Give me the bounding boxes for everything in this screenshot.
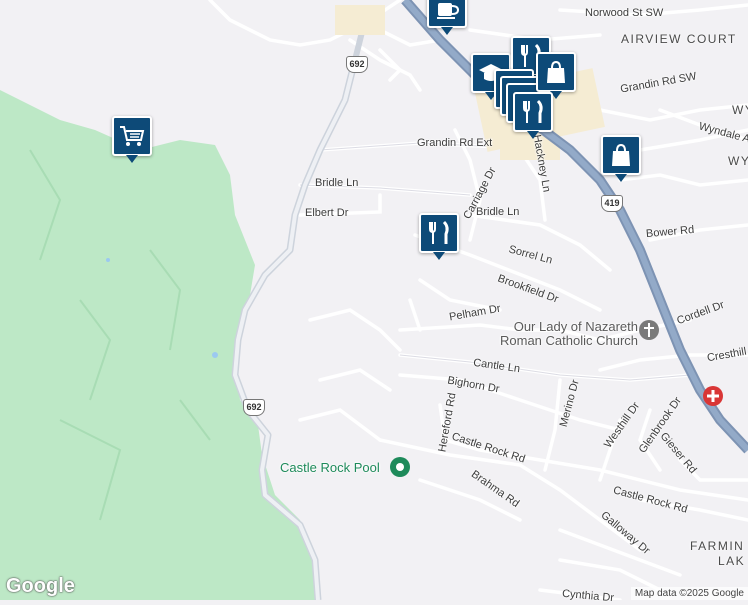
shopping-bag-marker[interactable] [601, 135, 641, 182]
fork-knife-icon [523, 99, 543, 123]
road-label: Bridle Ln [476, 206, 520, 218]
road-label: Elbert Dr [305, 207, 349, 219]
pool-label[interactable]: Castle Rock Pool [280, 461, 380, 474]
shopping-bag-icon [547, 60, 565, 83]
area-label: LAK [718, 554, 746, 568]
shopping-cart-icon [120, 126, 145, 146]
area-label: FARMIN [690, 539, 745, 553]
restaurant-marker[interactable] [419, 213, 459, 260]
route-692-shield: 692 [346, 56, 368, 73]
fork-knife-icon [429, 220, 449, 244]
road-label: Cynthia Dr [561, 587, 615, 605]
coffee-marker[interactable] [427, 0, 467, 35]
road-label: Grandin Rd Ext [417, 137, 493, 149]
road-label: Norwood St SW [585, 7, 664, 19]
coffee-icon [437, 3, 460, 19]
area-label: WY [732, 103, 748, 117]
area-label: WY [728, 154, 748, 168]
route-419-shield: 419 [601, 195, 623, 212]
route-692-shield: 692 [243, 399, 265, 416]
google-logo: Google [6, 575, 75, 597]
shopping-bag-icon [612, 143, 630, 166]
area-label: AIRVIEW COURT [621, 32, 737, 46]
church-label[interactable]: Our Lady of Nazareth Roman Catholic Chur… [500, 319, 639, 349]
shopping-bag-marker[interactable] [536, 52, 576, 99]
park-area [0, 90, 318, 600]
church-name-line2: Roman Catholic Church [500, 333, 639, 349]
map-attribution[interactable]: Map data ©2025 Google [630, 587, 748, 600]
shopping-cart-marker[interactable] [112, 116, 152, 163]
road-label: Bridle Ln [315, 177, 359, 189]
map-canvas[interactable]: 692 692 419 Norwood St SW Grandin Rd SW … [0, 0, 748, 604]
restaurant-marker[interactable] [513, 92, 553, 139]
